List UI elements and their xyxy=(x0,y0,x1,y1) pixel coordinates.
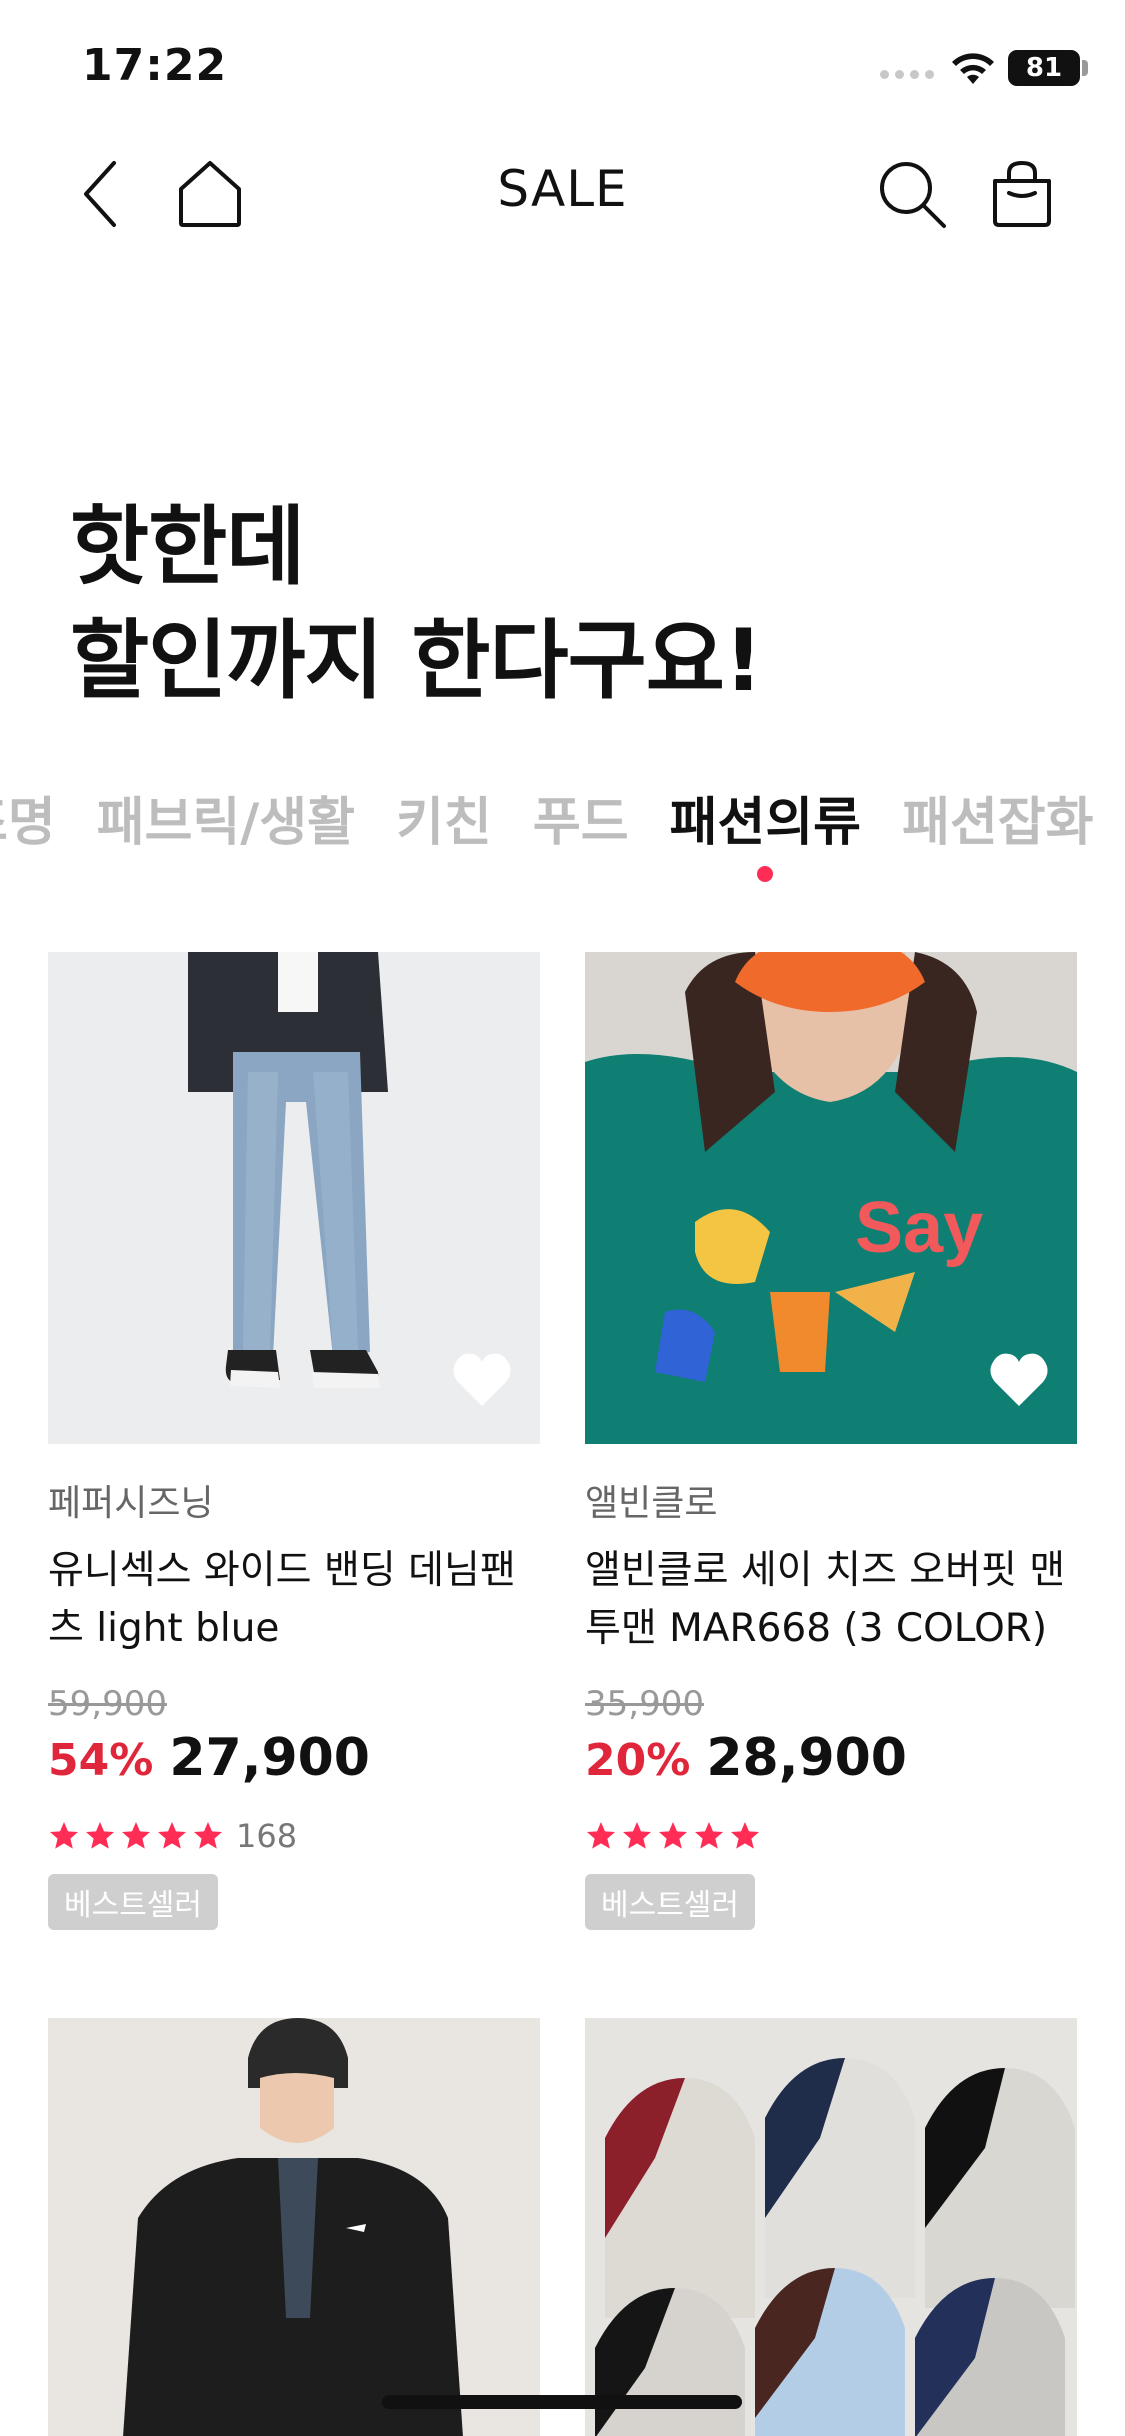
product-name[interactable]: 앨빈클로 세이 치즈 오버핏 맨투맨 MAR668 (3 COLOR) xyxy=(585,1542,1077,1658)
price-row: 20% 28,900 xyxy=(585,1728,1077,1788)
search-button[interactable] xyxy=(872,154,952,234)
battery-icon: 81 xyxy=(1008,50,1080,86)
status-time: 17:22 xyxy=(82,40,228,91)
sale-price: 27,900 xyxy=(169,1728,370,1788)
product-image[interactable] xyxy=(48,952,540,1444)
shopping-bag-icon xyxy=(993,160,1051,227)
product-card[interactable]: 페퍼시즈닝 유니섹스 와이드 밴딩 데님팬츠 light blue 59,900… xyxy=(48,952,540,1930)
product-name[interactable]: 유니섹스 와이드 밴딩 데님팬츠 light blue xyxy=(48,1542,540,1658)
product-card[interactable] xyxy=(48,2018,540,2436)
product-brand: 앨빈클로 xyxy=(585,1483,718,1524)
page-title: SALE xyxy=(497,160,628,218)
wishlist-heart-icon[interactable] xyxy=(452,1352,512,1408)
product-image[interactable] xyxy=(48,2018,540,2436)
tab-fashion-clothing[interactable]: 패션의류 xyxy=(669,780,862,882)
headline-line-2: 할인까지 한다구요! xyxy=(70,611,763,711)
tab-fabric-living[interactable]: 패브릭/생활 xyxy=(97,780,355,855)
star-icon xyxy=(50,1822,78,1849)
bestseller-badge: 베스트셀러 xyxy=(585,1874,755,1930)
star-icon xyxy=(587,1822,615,1849)
rating-row: 168 xyxy=(48,1816,540,1856)
svg-text:Say: Say xyxy=(855,1188,983,1268)
battery-level: 81 xyxy=(1025,53,1063,83)
product-image[interactable]: Say xyxy=(585,952,1077,1444)
tab-kitchen[interactable]: 키친 xyxy=(396,780,492,855)
star-icon xyxy=(158,1822,186,1849)
sale-price: 28,900 xyxy=(706,1728,907,1788)
star-icon xyxy=(122,1822,150,1849)
discount-rate: 20% xyxy=(585,1735,691,1786)
cart-button[interactable] xyxy=(982,154,1062,234)
search-icon xyxy=(880,162,946,228)
active-tab-indicator xyxy=(757,866,774,882)
star-icon xyxy=(86,1822,114,1849)
category-tabs: 조명 패브릭/생활 키친 푸드 패션의류 패션잡화 주 xyxy=(0,780,1125,890)
promo-headline: 핫한데 할인까지 한다구요! xyxy=(70,490,763,718)
wishlist-heart-icon[interactable] xyxy=(989,1352,1049,1408)
tab-label: 패션의류 xyxy=(669,793,862,853)
zip-hoodies-photo xyxy=(585,2018,1077,2436)
review-count: 168 xyxy=(236,1817,298,1855)
product-brand: 페퍼시즈닝 xyxy=(48,1483,214,1524)
tab-fashion-accessories[interactable]: 패션잡화 xyxy=(902,780,1093,855)
star-icon xyxy=(731,1822,759,1849)
tab-lighting[interactable]: 조명 xyxy=(0,780,56,855)
star-rating xyxy=(585,1820,761,1852)
price-row: 54% 27,900 xyxy=(48,1728,540,1788)
original-price: 35,900 xyxy=(585,1684,704,1724)
nav-bar: SALE xyxy=(0,140,1125,250)
headline-line-1: 핫한데 xyxy=(70,497,305,597)
rating-row xyxy=(585,1816,1077,1856)
star-icon xyxy=(659,1822,687,1849)
tab-food[interactable]: 푸드 xyxy=(533,780,629,855)
original-price: 59,900 xyxy=(48,1684,167,1724)
wifi-icon xyxy=(952,53,994,84)
black-fleece-jacket-photo xyxy=(48,2018,540,2436)
product-image[interactable] xyxy=(585,2018,1077,2436)
star-icon xyxy=(695,1822,723,1849)
star-rating xyxy=(48,1820,224,1852)
discount-rate: 54% xyxy=(48,1735,154,1786)
cellular-signal-icon xyxy=(880,70,934,79)
status-bar: 17:22 81 xyxy=(0,0,1125,140)
star-icon xyxy=(194,1822,222,1849)
product-card[interactable] xyxy=(585,2018,1077,2436)
bestseller-badge: 베스트셀러 xyxy=(48,1874,218,1930)
home-indicator[interactable] xyxy=(382,2395,742,2409)
star-icon xyxy=(623,1822,651,1849)
product-card[interactable]: Say 앨빈클로 앨빈클로 세이 치즈 오버핏 맨투맨 MAR668 (3 CO… xyxy=(585,952,1077,1930)
